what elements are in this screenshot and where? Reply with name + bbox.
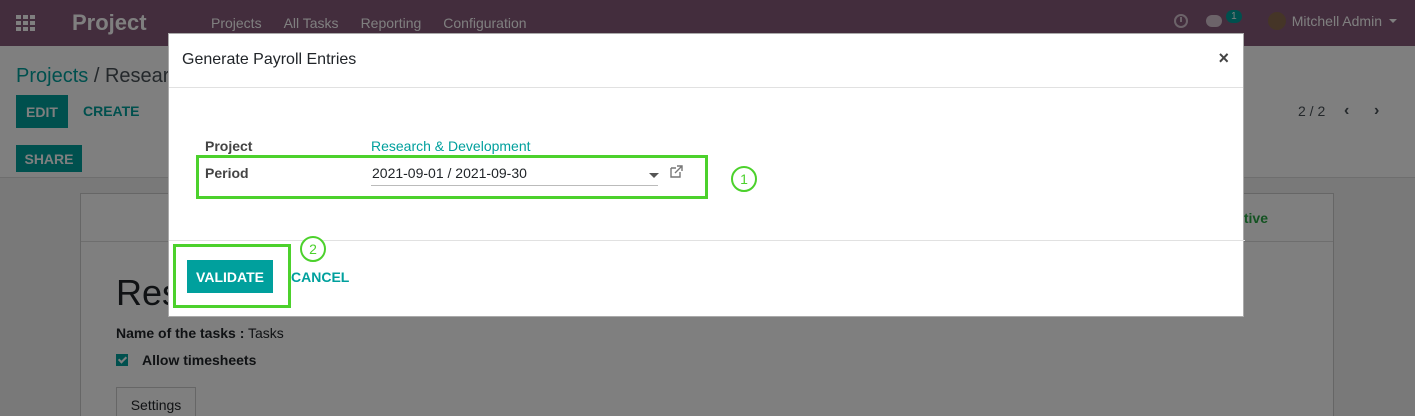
- modal-title: Generate Payroll Entries: [182, 51, 357, 68]
- generate-payroll-dialog: Generate Payroll Entries × Project Resea…: [168, 33, 1245, 317]
- project-label: Project: [205, 138, 253, 154]
- annotation-highlight-period: [196, 155, 708, 199]
- close-icon[interactable]: ×: [1218, 48, 1229, 69]
- modal-header: Generate Payroll Entries ×: [169, 34, 1243, 88]
- validate-button[interactable]: VALIDATE: [187, 260, 273, 293]
- project-link[interactable]: Research & Development: [371, 138, 531, 154]
- modal-body: Project Research & Development Period 20…: [169, 88, 1245, 241]
- annotation-step-1: 1: [731, 166, 757, 192]
- cancel-button[interactable]: CANCEL: [291, 269, 349, 285]
- annotation-step-2: 2: [300, 236, 326, 262]
